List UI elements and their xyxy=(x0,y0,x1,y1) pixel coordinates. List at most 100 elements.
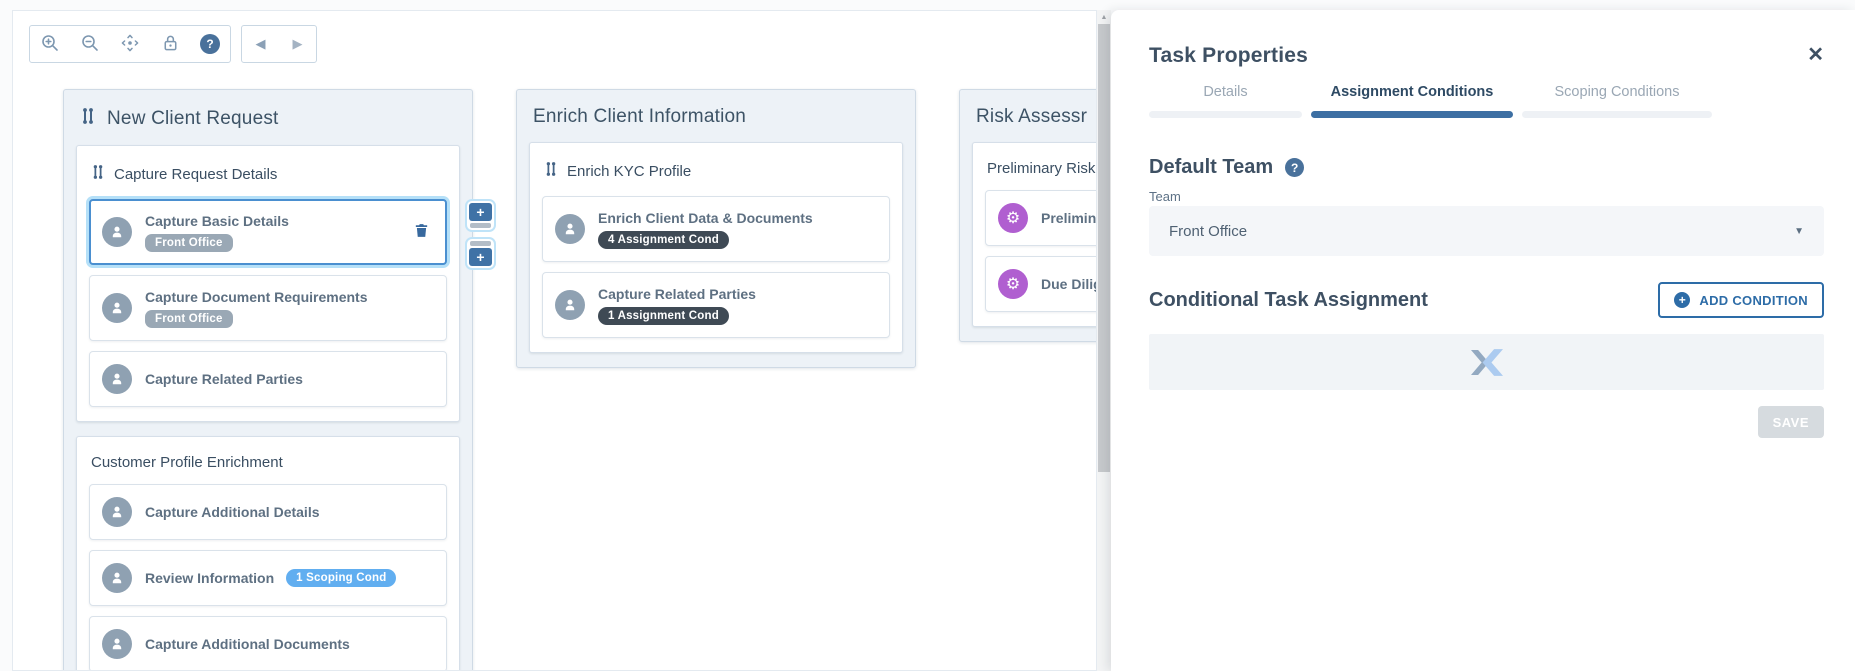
help-icon[interactable]: ? xyxy=(1285,158,1305,177)
stage-task-list: Enrich Client Data & Documents 4 Assignme… xyxy=(530,196,902,352)
person-icon xyxy=(555,290,585,320)
caret-left-button[interactable]: ◀ xyxy=(242,26,279,62)
person-icon xyxy=(102,629,132,659)
task-card-body: Review Information 1 Scoping Cond xyxy=(145,569,397,587)
stage-panel[interactable]: Enrich KYC Profile Enrich Client Data & D… xyxy=(529,142,903,353)
person-icon xyxy=(102,497,132,527)
task-card-body: Due Diligen xyxy=(1041,276,1096,292)
workflow-canvas: ? ◀ ▶ New Client Request Capture Request D… xyxy=(12,10,1097,671)
stage-title: Capture Request Details xyxy=(114,166,278,183)
help-button[interactable]: ? xyxy=(190,26,230,62)
stage-task-list: Capture Basic Details Front Office Capture… xyxy=(77,199,459,421)
person-icon xyxy=(102,293,132,323)
stage-task-list: ⚙ Preliminary ⚙ Due Diligen xyxy=(973,190,1096,326)
task-title: Capture Document Requirements xyxy=(145,288,368,305)
task-card[interactable]: Capture Related Parties 1 Assignment Cond xyxy=(542,272,890,338)
person-icon xyxy=(102,364,132,394)
pan-icon xyxy=(120,33,140,56)
team-field-label: Team xyxy=(1149,189,1181,204)
task-card[interactable]: Capture Additional Details xyxy=(89,484,447,540)
tab-assignment-conditions[interactable]: Assignment Conditions xyxy=(1311,84,1513,118)
stage-title: Enrich KYC Profile xyxy=(567,163,692,180)
phase-header[interactable]: Enrich Client Information xyxy=(517,90,915,142)
insert-position-indicator xyxy=(470,223,491,228)
team-select[interactable]: Front Office ▼ xyxy=(1149,206,1824,256)
phase-column: Enrich Client Information Enrich KYC Prof… xyxy=(516,89,916,368)
add-condition-label: ADD CONDITION xyxy=(1699,292,1808,308)
task-title: Capture Basic Details xyxy=(145,212,289,229)
stage-title: Preliminary Risk xyxy=(987,160,1096,177)
plus-circle-icon: + xyxy=(1674,292,1691,308)
task-card[interactable]: ⚙ Preliminary xyxy=(985,190,1096,246)
insert-task-above-button[interactable]: + xyxy=(465,199,496,232)
task-properties-panel: Task Properties ✕ Details Assignment Cond… xyxy=(1111,10,1855,671)
task-card-body: Capture Document Requirements Front Offic… xyxy=(145,289,367,328)
task-title: Capture Additional Details xyxy=(145,504,320,520)
tab-label: Scoping Conditions xyxy=(1554,84,1680,100)
task-card[interactable]: Capture Basic Details Front Office xyxy=(89,199,447,265)
tab-details[interactable]: Details xyxy=(1149,84,1302,118)
scrollbar-up-arrow-icon[interactable]: ▲ xyxy=(1097,10,1111,24)
panel-tabs: Details Assignment Conditions Scoping Cond… xyxy=(1149,84,1712,118)
task-card[interactable]: Capture Document Requirements Front Offic… xyxy=(89,275,447,341)
task-card-body: Enrich Client Data & Documents 4 Assignme… xyxy=(598,210,813,249)
team-badge: Front Office xyxy=(145,233,233,252)
task-card[interactable]: Capture Related Parties xyxy=(89,351,447,407)
tab-scoping-conditions[interactable]: Scoping Conditions xyxy=(1522,84,1712,118)
task-card-body: Capture Basic Details Front Office xyxy=(145,213,289,252)
close-icon[interactable]: ✕ xyxy=(1807,42,1824,67)
insert-position-indicator xyxy=(470,241,491,246)
plus-icon: + xyxy=(469,248,492,266)
tab-underline-bar xyxy=(1149,111,1302,118)
task-card[interactable]: Review Information 1 Scoping Cond xyxy=(89,550,447,606)
delete-task-button[interactable] xyxy=(411,221,431,243)
save-button[interactable]: SAVE xyxy=(1757,406,1824,438)
tab-label: Details xyxy=(1203,84,1248,100)
zoom-in-button[interactable] xyxy=(30,26,70,62)
task-card[interactable]: ⚙ Due Diligen xyxy=(985,256,1096,312)
zoom-out-icon xyxy=(80,33,100,56)
team-select-value: Front Office xyxy=(1169,222,1248,240)
conditions-empty-state xyxy=(1149,334,1824,390)
task-card-body: Capture Related Parties xyxy=(145,371,303,387)
drag-handle-icon[interactable] xyxy=(91,163,105,186)
lock-button[interactable] xyxy=(150,26,190,62)
caret-right-button[interactable]: ▶ xyxy=(279,26,316,62)
tab-label: Assignment Conditions xyxy=(1330,84,1494,100)
phase-column: Risk Assessr Preliminary Risk ⚙ Preliminary… xyxy=(959,89,1096,342)
assignment-badge: 4 Assignment Cond xyxy=(598,230,729,249)
phase-header[interactable]: New Client Request xyxy=(64,90,472,145)
person-icon xyxy=(102,563,132,593)
task-title: Capture Related Parties xyxy=(598,285,756,302)
stage-task-list: Capture Additional Details Review Informa… xyxy=(77,484,459,670)
pan-button[interactable] xyxy=(110,26,150,62)
drag-handle-icon[interactable] xyxy=(544,160,558,183)
scrollbar-thumb[interactable] xyxy=(1098,24,1110,472)
add-condition-button[interactable]: + ADD CONDITION xyxy=(1658,282,1824,318)
tab-underline-bar xyxy=(1522,111,1712,118)
caret-left-icon: ◀ xyxy=(255,36,266,51)
phase-title: Risk Assessr xyxy=(976,106,1088,127)
stage-header: Preliminary Risk xyxy=(973,143,1096,190)
person-icon xyxy=(102,217,132,247)
task-card-body: Capture Related Parties 1 Assignment Cond xyxy=(598,286,756,325)
phase-header[interactable]: Risk Assessr xyxy=(960,90,1096,142)
task-title: Capture Related Parties xyxy=(145,371,303,387)
canvas-toolbar: ? xyxy=(29,25,231,63)
task-card[interactable]: Capture Additional Documents xyxy=(89,616,447,670)
task-title: Review Information xyxy=(145,570,275,586)
zoom-out-button[interactable] xyxy=(70,26,110,62)
person-icon xyxy=(555,214,585,244)
canvas-vertical-scrollbar[interactable]: ▲ xyxy=(1097,10,1111,671)
plus-icon: + xyxy=(469,203,492,221)
stage-panel[interactable]: Preliminary Risk ⚙ Preliminary ⚙ Due Diligen xyxy=(972,142,1096,327)
zoom-in-icon xyxy=(40,33,60,56)
stage-panel[interactable]: Capture Request Details Capture Basic Det… xyxy=(76,145,460,422)
phase-title: Enrich Client Information xyxy=(533,106,747,127)
stage-panel[interactable]: Customer Profile Enrichment Capture Addit… xyxy=(76,436,460,670)
drag-handle-icon[interactable] xyxy=(80,106,96,131)
insert-task-below-button[interactable]: + xyxy=(465,237,496,270)
task-card-body: Capture Additional Documents xyxy=(145,636,350,652)
phase-column: New Client Request Capture Request Detail… xyxy=(63,89,473,670)
task-card[interactable]: Enrich Client Data & Documents 4 Assignme… xyxy=(542,196,890,262)
